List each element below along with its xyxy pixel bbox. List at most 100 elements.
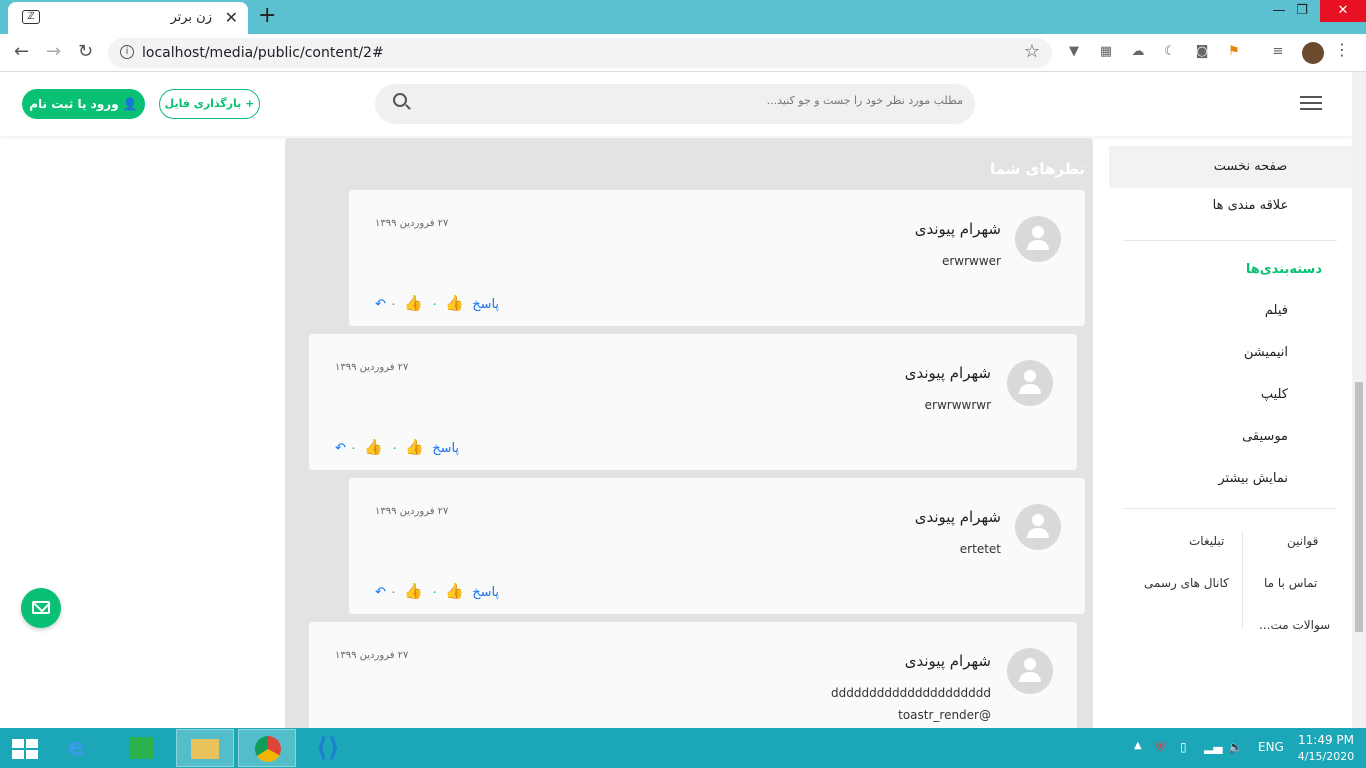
like-count: ۰ (390, 585, 398, 600)
sidebar-item-home[interactable]: صفحه نخست (1109, 146, 1352, 188)
tray-expand-icon[interactable]: ▲ (1134, 740, 1142, 751)
browser-menu-icon[interactable]: ⋮ (1334, 40, 1350, 59)
dislike-button[interactable]: 👍 (445, 294, 464, 312)
reply-arrow-icon: ↶ (335, 441, 351, 456)
extension-vpn-icon[interactable]: ▼ (1066, 44, 1082, 60)
page-scrollbar[interactable] (1352, 72, 1366, 728)
like-button[interactable]: 👍 (364, 438, 383, 456)
clock-date[interactable]: 4/15/2020 (1294, 750, 1358, 763)
comments-title: نظرهای شما (989, 160, 1085, 178)
envelope-icon (32, 601, 50, 614)
windows-logo-icon (12, 739, 38, 759)
comment-card: شهرام پیوندی ۲۷ فروردین ۱۳۹۹ ertetet ↶ پ… (349, 478, 1085, 614)
web-page: + بارگذاری فایل 👤 ورود یا ثبت نام صفحه ن… (0, 72, 1352, 728)
category-music[interactable]: موسیقی (1242, 429, 1288, 444)
comment-text: erwrwwrwr (924, 398, 991, 412)
ie-icon: e (68, 733, 85, 761)
dislike-button[interactable]: 👍 (405, 438, 424, 456)
dislike-button[interactable]: 👍 (445, 582, 464, 600)
taskbar-chrome-icon[interactable] (238, 729, 296, 767)
footer-link-ads[interactable]: تبلیغات (1189, 534, 1224, 548)
profile-avatar[interactable] (1302, 42, 1324, 64)
taskbar-ie-icon[interactable]: e (52, 729, 110, 767)
reply-arrow-icon: ↶ (375, 585, 391, 600)
scrollbar-thumb[interactable] (1355, 382, 1363, 632)
comment-actions: ↶ پاسخ 👍 ۰ 👍 ۰ (375, 582, 499, 602)
volume-icon[interactable]: 🔈 (1228, 740, 1243, 754)
site-info-icon[interactable]: i (120, 45, 134, 59)
taskbar-explorer-icon[interactable] (176, 729, 234, 767)
user-avatar-icon (1007, 360, 1053, 406)
user-icon: 👤 (118, 97, 138, 111)
comment-actions: ↶ پاسخ 👍 ۰ 👍 ۰ (375, 294, 499, 314)
hamburger-menu-icon[interactable] (1300, 96, 1322, 110)
address-bar[interactable]: i localhost/media/public/content/2# ☆ (108, 38, 1052, 68)
search-icon[interactable] (393, 93, 407, 107)
clock-time[interactable]: 11:49 PM (1298, 733, 1354, 747)
footer-separator (1242, 532, 1243, 628)
taskbar-vscode-icon[interactable]: ⟨⟩ (300, 729, 358, 767)
window-restore-button[interactable]: ❐ (1282, 0, 1322, 22)
footer-link-rules[interactable]: قوانین (1287, 534, 1318, 548)
tab-close-icon[interactable]: ✕ (225, 8, 238, 27)
browser-window: ℤ زن برتر ✕ + — ❐ ✕ ← → ↻ i localhost/me… (0, 0, 1366, 768)
sidebar-divider (1123, 508, 1337, 509)
browser-tab[interactable]: ℤ زن برتر ✕ (8, 2, 248, 34)
browser-tab-strip: ℤ زن برتر ✕ + — ❐ ✕ (0, 0, 1366, 34)
reply-label: پاسخ (472, 297, 500, 312)
media-control-icon[interactable]: ≡ (1270, 44, 1286, 60)
extension-cloud-icon[interactable]: ☁ (1130, 44, 1146, 60)
extension-grid-icon[interactable]: ▦ (1098, 44, 1114, 60)
footer-link-faq[interactable]: سوالات مت... (1259, 618, 1330, 632)
show-more-link[interactable]: نمایش بیشتر (1218, 471, 1288, 486)
like-button[interactable]: 👍 (404, 582, 423, 600)
site-header: + بارگذاری فایل 👤 ورود یا ثبت نام (0, 72, 1352, 136)
dislike-count: ۰ (391, 441, 399, 456)
footer-link-channels[interactable]: کانال های رسمی (1144, 576, 1229, 590)
like-button[interactable]: 👍 (404, 294, 423, 312)
reply-label: پاسخ (472, 585, 500, 600)
search-input[interactable] (423, 94, 963, 107)
extension-camera-icon[interactable]: ◙ (1194, 44, 1210, 60)
antivirus-tray-icon[interactable]: ⛨ (1156, 740, 1165, 755)
comment-card: شهرام پیوندی ۲۷ فروردین ۱۳۹۹ ddddddddddd… (309, 622, 1077, 728)
comment-date: ۲۷ فروردین ۱۳۹۹ (335, 650, 409, 661)
network-adapter-icon[interactable]: ▯ (1180, 740, 1187, 754)
sidebar-item-favorites[interactable]: علاقه مندی ها (1109, 198, 1352, 213)
footer-link-contact[interactable]: تماس با ما (1264, 576, 1317, 590)
like-count: ۰ (350, 441, 358, 456)
reply-label: پاسخ (432, 441, 460, 456)
back-arrow-icon[interactable]: ← (14, 41, 29, 62)
category-clip[interactable]: کلیپ (1261, 387, 1288, 402)
signal-icon[interactable]: ▂▄ (1204, 740, 1222, 754)
user-avatar-icon (1015, 216, 1061, 262)
upload-file-button[interactable]: + بارگذاری فایل (159, 89, 260, 119)
category-animation[interactable]: انیمیشن (1244, 345, 1288, 360)
sidebar-divider (1123, 240, 1337, 241)
language-indicator[interactable]: ENG (1258, 740, 1284, 754)
comment-author: شهرام پیوندی (904, 364, 991, 382)
reply-arrow-icon: ↶ (375, 297, 391, 312)
reload-icon[interactable]: ↻ (78, 41, 93, 62)
comment-date: ۲۷ فروردین ۱۳۹۹ (375, 506, 449, 517)
start-button[interactable] (0, 729, 58, 767)
extension-moon-icon[interactable]: ☾ (1162, 44, 1178, 60)
category-film[interactable]: فیلم (1265, 303, 1288, 318)
contact-chat-button[interactable] (21, 588, 61, 628)
new-tab-button[interactable]: + (258, 3, 276, 28)
taskbar-store-icon[interactable] (114, 729, 172, 767)
comment-text: erwrwwer (941, 254, 1001, 268)
comment-card: شهرام پیوندی ۲۷ فروردین ۱۳۹۹ erwrwwrwr ↶… (309, 334, 1077, 470)
window-close-button[interactable]: ✕ (1320, 0, 1366, 22)
address-url[interactable]: localhost/media/public/content/2# (142, 45, 384, 61)
comment-author: شهرام پیوندی (914, 508, 1001, 526)
search-bar[interactable] (375, 84, 975, 124)
login-register-button[interactable]: 👤 ورود یا ثبت نام (22, 89, 145, 119)
user-avatar-icon (1007, 648, 1053, 694)
browser-toolbar: ← → ↻ i localhost/media/public/content/2… (0, 34, 1366, 72)
forward-arrow-icon[interactable]: → (46, 41, 61, 62)
comment-text: ddddddddddddddddddddd (831, 686, 991, 700)
extension-flag-icon[interactable]: ⚑ (1226, 44, 1242, 60)
bookmark-star-icon[interactable]: ☆ (1024, 41, 1040, 62)
user-avatar-icon (1015, 504, 1061, 550)
